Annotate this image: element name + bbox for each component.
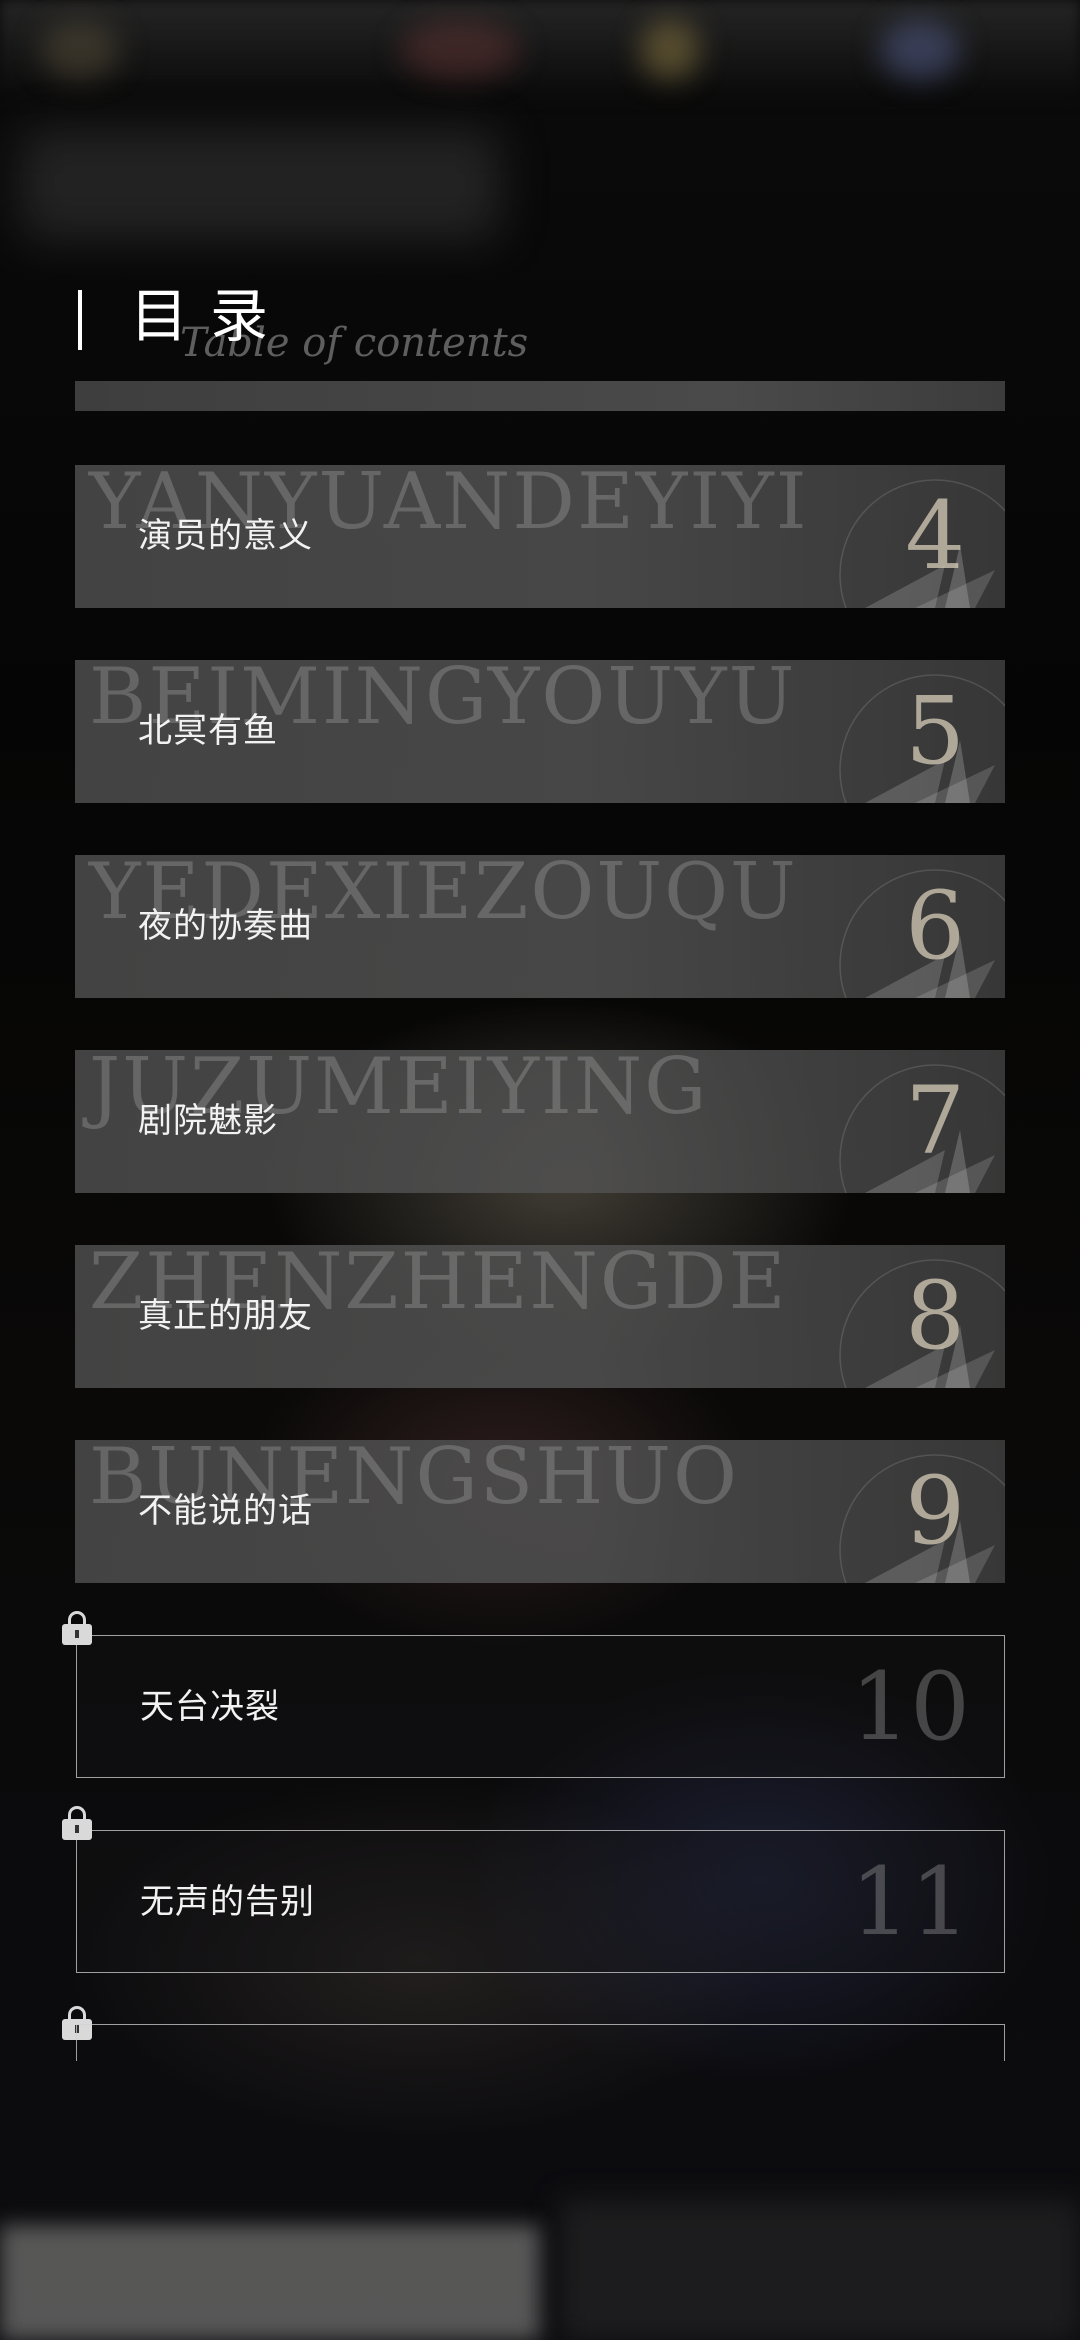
- chapter-title: 北冥有鱼: [138, 711, 278, 751]
- chapter-card[interactable]: YANYUANDEYIYI 演员的意义 4: [75, 465, 1005, 608]
- chapter-card[interactable]: BUNENGSHUO 不能说的话 9: [75, 1440, 1005, 1583]
- chapter-card[interactable]: 天台决裂 10: [76, 1635, 1005, 1778]
- chapter-card[interactable]: 无声的告别 11: [76, 1830, 1005, 1973]
- blurred-bottom-panel: [560, 2200, 1080, 2340]
- blurred-icon: [40, 20, 120, 80]
- chapter-list-top-edge: [75, 381, 1005, 411]
- chapter-number: 8: [905, 1262, 965, 1371]
- chapter-title: 真正的朋友: [138, 1296, 313, 1336]
- chapter-title: 剧院魅影: [138, 1101, 278, 1141]
- chapter-title: 演员的意义: [138, 516, 313, 556]
- chapter-title: 天台决裂: [140, 1687, 280, 1727]
- chapter-select-screen: Table of contents 目录 YANYUANDEYIYI 演员的意义 4…: [0, 0, 1080, 2340]
- chapter-card[interactable]: ZHENZHENGDE 真正的朋友 8: [75, 1245, 1005, 1388]
- chapter-title: 夜的协奏曲: [138, 906, 313, 946]
- chapter-number: 10: [850, 1653, 970, 1762]
- chapter-card-partial[interactable]: [76, 2024, 1005, 2061]
- blurred-bottom-button[interactable]: [0, 2225, 540, 2340]
- blurred-icon: [640, 20, 700, 80]
- chapter-number: 5: [905, 677, 965, 786]
- chapter-title: 无声的告别: [140, 1882, 315, 1922]
- chapter-number: 9: [905, 1457, 965, 1566]
- lock-icon: [62, 1806, 92, 1840]
- page-title: 目录: [130, 282, 291, 350]
- chapter-card[interactable]: JUZUMEIYING 剧院魅影 7: [75, 1050, 1005, 1193]
- chapter-number: 4: [905, 482, 965, 591]
- chapter-title: 不能说的话: [138, 1491, 313, 1531]
- blurred-icon: [400, 20, 520, 80]
- chapter-card[interactable]: YEDEXIEZOUQU 夜的协奏曲 6: [75, 855, 1005, 998]
- chapter-number: 6: [905, 872, 965, 981]
- blurred-back-button[interactable]: [20, 130, 500, 240]
- blurred-icon: [880, 20, 960, 80]
- chapter-number: 7: [905, 1067, 965, 1176]
- chapter-number: 11: [850, 1848, 970, 1957]
- lock-icon: [62, 1611, 92, 1645]
- chapter-card[interactable]: BEIMINGYOUYU 北冥有鱼 5: [75, 660, 1005, 803]
- header-accent-bar: [78, 290, 82, 350]
